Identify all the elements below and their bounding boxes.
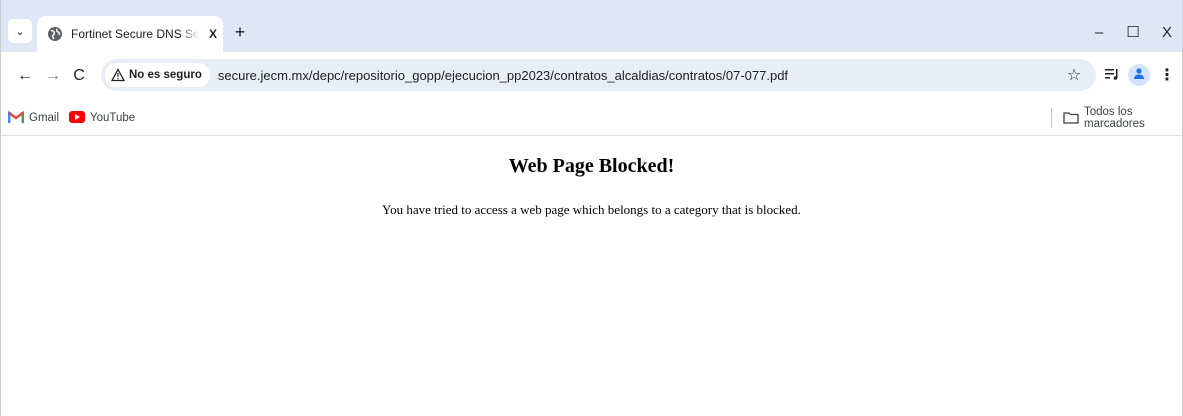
close-icon: X xyxy=(208,27,217,41)
folder-icon xyxy=(1063,111,1079,125)
bookmarks-bar: Gmail YouTube Todos los marcadores xyxy=(1,100,1182,136)
all-bookmarks-button[interactable]: Todos los marcadores xyxy=(1063,106,1182,130)
playlist-icon xyxy=(1105,67,1119,85)
youtube-icon xyxy=(69,111,85,125)
forward-button[interactable]: → xyxy=(41,64,65,88)
tab-search-button[interactable]: ⌄ xyxy=(8,19,32,43)
all-bookmarks-label: Todos los marcadores xyxy=(1084,106,1145,130)
page-content: Web Page Blocked! You have tried to acce… xyxy=(1,137,1182,416)
close-icon: X xyxy=(1161,23,1172,41)
warning-icon xyxy=(111,68,125,82)
new-tab-button[interactable]: + xyxy=(229,22,251,44)
arrow-left-icon: ← xyxy=(17,67,33,84)
plus-icon: + xyxy=(234,22,246,42)
maximize-button[interactable]: ☐ xyxy=(1119,20,1147,44)
arrow-right-icon: → xyxy=(45,67,61,84)
bookmark-youtube[interactable]: YouTube xyxy=(69,109,135,127)
tab-close-button[interactable]: X xyxy=(205,26,221,42)
reload-icon: C xyxy=(73,67,85,84)
address-bar[interactable]: No es seguro secure.jecm.mx/depc/reposit… xyxy=(101,59,1096,91)
close-window-button[interactable]: X xyxy=(1153,20,1181,44)
bookmark-star-button[interactable]: ☆ xyxy=(1063,64,1085,86)
block-message: You have tried to access a web page whic… xyxy=(382,202,801,217)
security-chip[interactable]: No es seguro xyxy=(105,63,210,87)
reload-button[interactable]: C xyxy=(67,64,91,88)
globe-icon xyxy=(47,26,63,42)
maximize-icon: ☐ xyxy=(1126,24,1140,41)
chevron-down-icon: ⌄ xyxy=(15,25,25,38)
gmail-icon xyxy=(8,111,24,125)
tab-active[interactable]: Fortinet Secure DNS Service Portal X xyxy=(37,16,223,52)
bookmark-gmail[interactable]: Gmail xyxy=(8,109,59,127)
star-icon: ☆ xyxy=(1066,67,1082,84)
security-label: No es seguro xyxy=(129,69,202,81)
minimize-icon: – xyxy=(1094,23,1104,41)
menu-button[interactable]: ⋮ xyxy=(1159,64,1175,86)
page-title: Web Page Blocked! xyxy=(508,155,675,177)
media-controls-button[interactable] xyxy=(1101,65,1123,87)
profile-button[interactable] xyxy=(1128,64,1150,86)
more-vertical-icon: ⋮ xyxy=(1159,67,1175,84)
url-text[interactable]: secure.jecm.mx/depc/repositorio_gopp/eje… xyxy=(218,68,788,83)
tab-title: Fortinet Secure DNS Service Portal xyxy=(71,27,199,41)
toolbar: ← → C No es seguro secure.jecm.mx/depc/r… xyxy=(1,52,1182,100)
bookmark-label: YouTube xyxy=(90,112,136,124)
bookmark-label: Gmail xyxy=(29,112,60,124)
back-button[interactable]: ← xyxy=(13,64,37,88)
tab-strip: ⌄ Fortinet Secure DNS Service Portal X +… xyxy=(1,0,1182,52)
person-icon xyxy=(1133,66,1145,84)
browser-window: ⌄ Fortinet Secure DNS Service Portal X +… xyxy=(0,0,1183,416)
bookmarks-separator xyxy=(1051,108,1052,128)
minimize-button[interactable]: – xyxy=(1085,20,1113,44)
